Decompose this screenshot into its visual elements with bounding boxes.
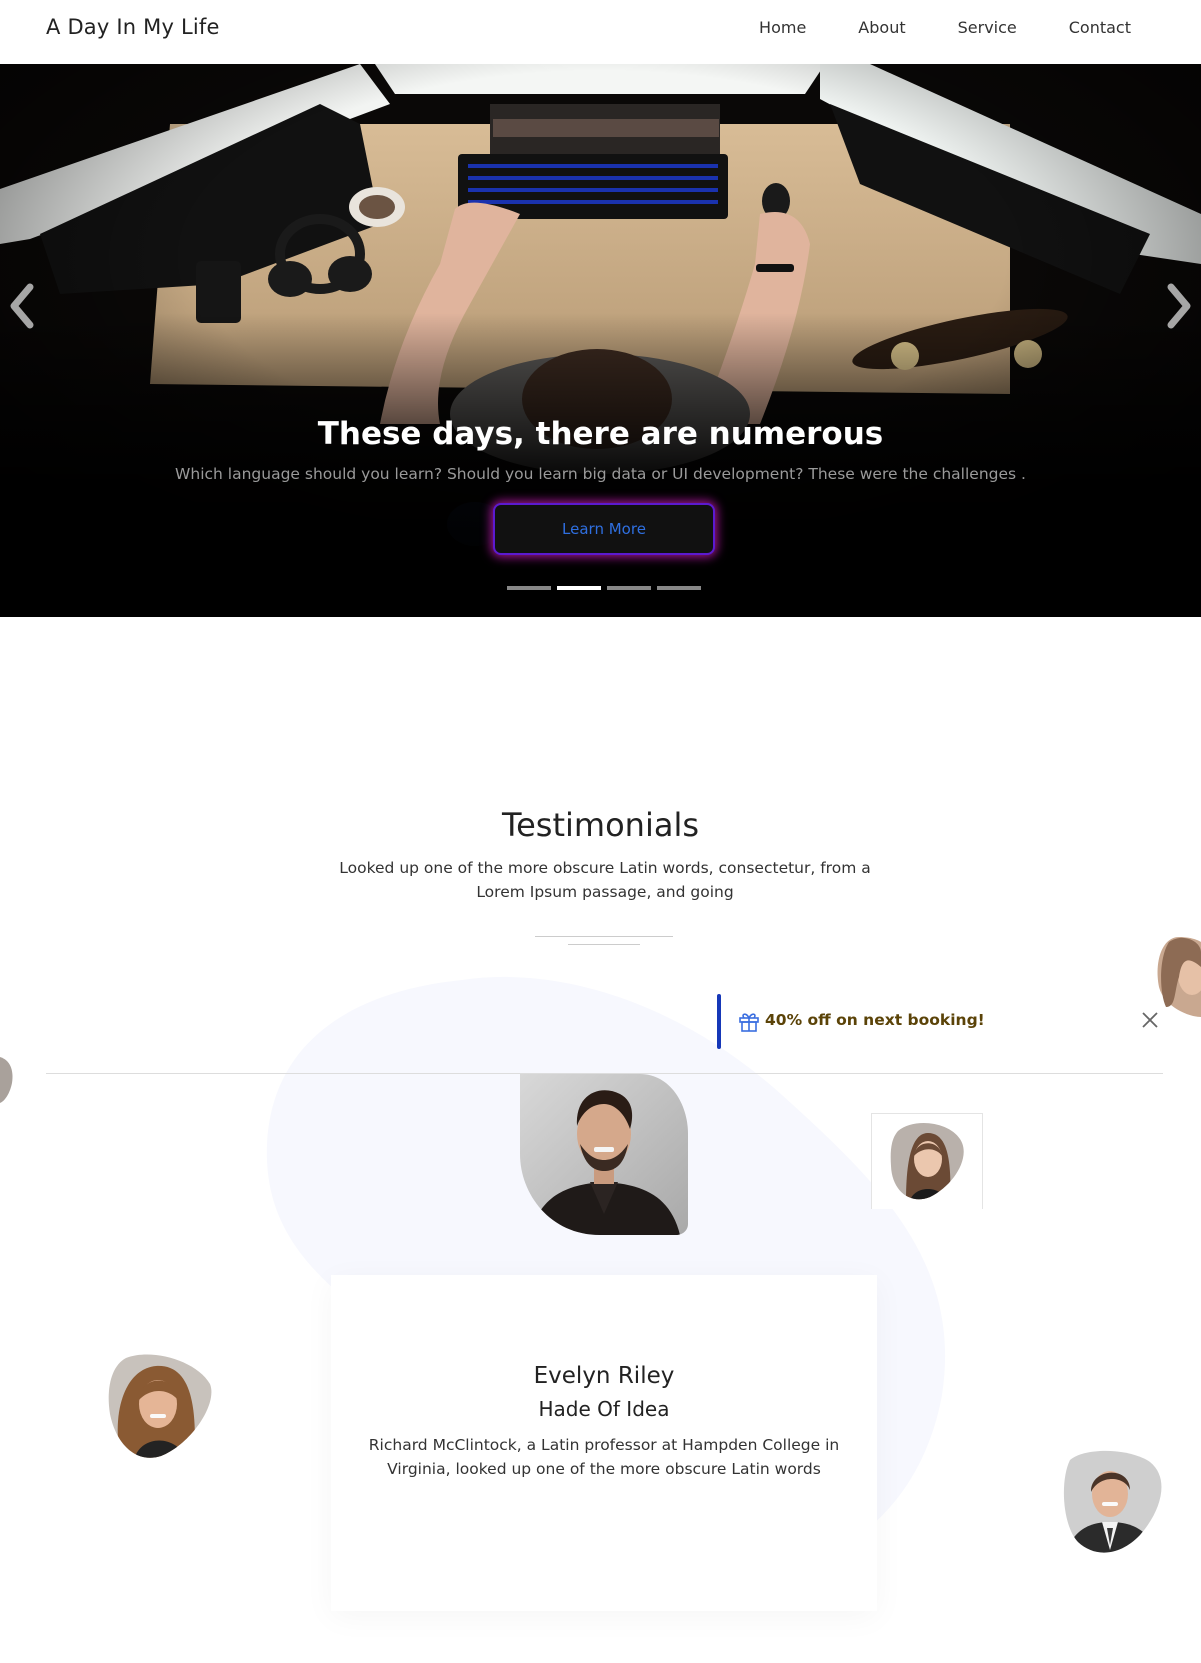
carousel-indicator-4[interactable] — [657, 586, 701, 590]
avatar-thumbnail-frame[interactable] — [871, 1113, 983, 1209]
hero-subtitle: Which language should you learn? Should … — [175, 465, 1026, 483]
nav-menu: Home About Service Contact — [707, 18, 1131, 37]
carousel-indicators — [507, 586, 701, 590]
avatar-woman-thumbnail — [890, 1123, 964, 1200]
nav-item-about[interactable]: About — [858, 18, 905, 37]
learn-more-button[interactable]: Learn More — [493, 503, 715, 555]
carousel-indicator-2[interactable] — [557, 586, 601, 590]
nav-item-contact[interactable]: Contact — [1069, 18, 1131, 37]
avatar-edge-left — [0, 1057, 13, 1103]
promo-banner: 40% off on next booking! — [717, 994, 1157, 1049]
testimonial-card: Evelyn Riley Hade Of Idea Richard McClin… — [331, 1275, 877, 1611]
avatar-edge-right — [1157, 937, 1201, 1017]
testimonial-role: Hade Of Idea — [538, 1397, 670, 1421]
carousel-indicator-3[interactable] — [607, 586, 651, 590]
title-divider-long — [535, 936, 673, 937]
testimonials-title: Testimonials — [502, 806, 699, 844]
hero-title: These days, there are numerous — [317, 416, 884, 452]
promo-text: 40% off on next booking! — [765, 1011, 985, 1029]
avatar-woman-curly[interactable] — [106, 1354, 214, 1460]
chevron-left-icon — [10, 283, 34, 329]
nav-item-service[interactable]: Service — [958, 18, 1017, 37]
avatar-man-suit[interactable] — [1060, 1450, 1164, 1556]
top-navbar: A Day In My Life Home About Service Cont… — [0, 0, 1201, 64]
hero-carousel: These days, there are numerous Which lan… — [0, 64, 1201, 617]
title-divider-short — [568, 944, 640, 945]
carousel-indicator-1[interactable] — [507, 586, 551, 590]
promo-accent-bar — [717, 994, 721, 1049]
testimonial-name: Evelyn Riley — [533, 1363, 675, 1389]
testimonial-text: Richard McClintock, a Latin professor at… — [368, 1436, 840, 1478]
close-icon[interactable] — [1140, 1010, 1160, 1030]
gift-icon — [739, 1013, 759, 1032]
nav-item-home[interactable]: Home — [759, 18, 806, 37]
avatar-featured-man[interactable] — [520, 1074, 688, 1235]
carousel-next-button[interactable] — [1163, 281, 1193, 331]
brand-logo-text[interactable]: A Day In My Life — [46, 15, 220, 39]
carousel-prev-button[interactable] — [8, 281, 38, 331]
chevron-right-icon — [1167, 283, 1191, 329]
testimonials-subtitle: Looked up one of the more obscure Latin … — [339, 859, 871, 901]
